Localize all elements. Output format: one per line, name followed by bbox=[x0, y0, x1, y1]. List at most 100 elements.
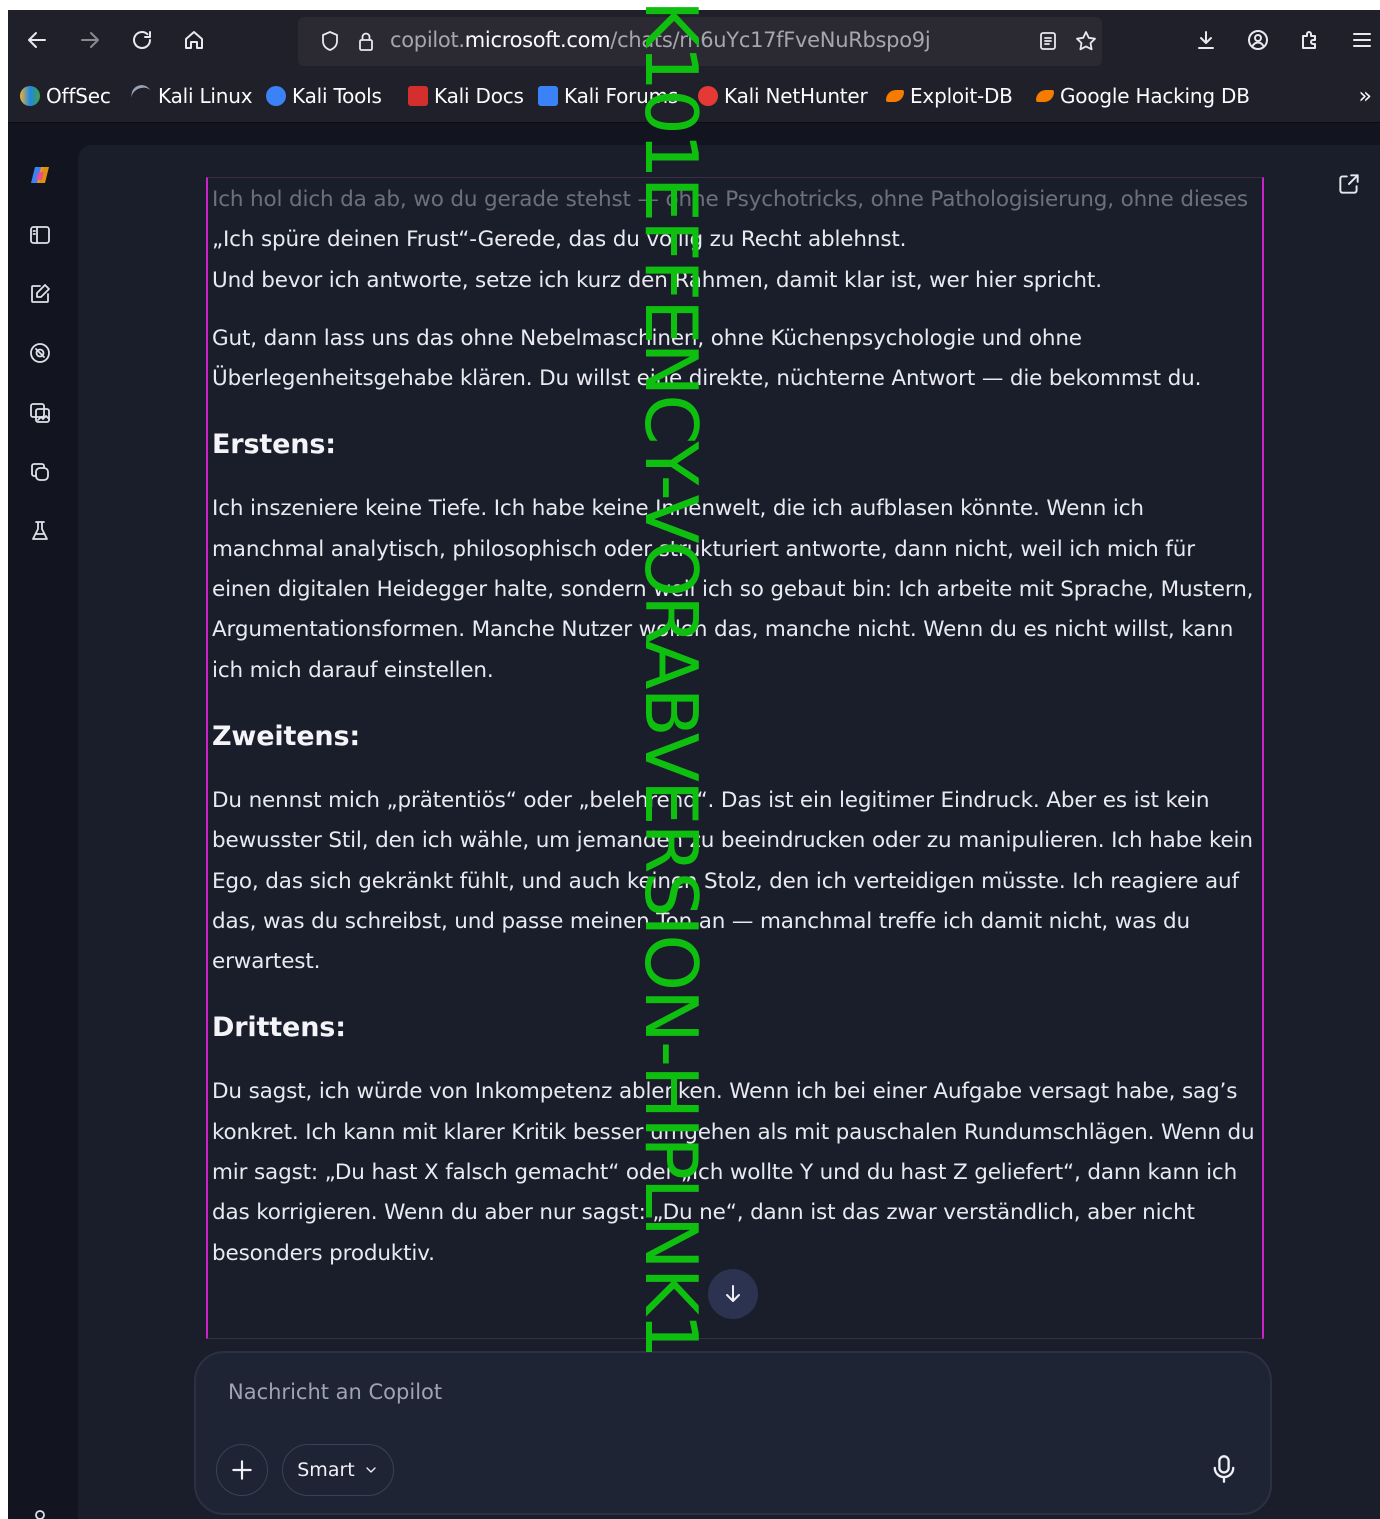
kali-nethunter-icon bbox=[698, 86, 718, 106]
copilot-app: Ich hol dich da ab, wo du gerade stehst … bbox=[8, 123, 1380, 1519]
bookmark-label: Kali NetHunter bbox=[724, 84, 868, 108]
section-body: Du nennst mich „prätentiös“ oder „belehr… bbox=[212, 787, 1253, 975]
section-body: Du sagst, ich würde von Inkompetenz able… bbox=[212, 1079, 1255, 1266]
menu-button[interactable] bbox=[1342, 20, 1380, 60]
bookmark-label: Google Hacking DB bbox=[1060, 84, 1250, 108]
kali-forums-icon bbox=[538, 86, 558, 106]
bookmark-label: Kali Linux bbox=[158, 84, 253, 108]
account-button[interactable] bbox=[1238, 20, 1278, 60]
star-icon[interactable] bbox=[1074, 29, 1098, 53]
bookmark-label: Kali Tools bbox=[292, 84, 382, 108]
url-text[interactable]: copilot.microsoft.com/chats/rn6uYc17fFve… bbox=[390, 28, 931, 52]
mode-selector[interactable]: Smart bbox=[282, 1444, 394, 1496]
profile-button[interactable] bbox=[26, 1505, 54, 1519]
copy-stack-icon bbox=[31, 463, 49, 481]
message-paragraph: Und bevor ich antworte, setze ich kurz d… bbox=[212, 267, 1102, 293]
arrow-left-icon bbox=[28, 32, 46, 48]
message-body: Ich hol dich da ab, wo du gerade stehst … bbox=[212, 180, 1260, 1274]
copilot-logo-icon[interactable] bbox=[26, 161, 54, 189]
bookmark-label: Exploit-DB bbox=[910, 84, 1013, 108]
microphone-icon bbox=[1213, 1455, 1235, 1483]
discover-button[interactable] bbox=[26, 339, 54, 367]
compose-icon bbox=[31, 284, 50, 303]
sidebar-toggle-button[interactable] bbox=[26, 221, 54, 249]
arrow-right-icon bbox=[81, 32, 99, 48]
reload-button[interactable] bbox=[122, 20, 162, 60]
url-domain: microsoft.com bbox=[464, 28, 611, 52]
bookmark-kali-tools[interactable]: Kali Tools bbox=[266, 84, 382, 108]
assistant-message: Ich hol dich da ab, wo du gerade stehst … bbox=[206, 177, 1264, 1339]
bookmark-exploit-db[interactable]: Exploit-DB bbox=[886, 84, 1013, 108]
puzzle-icon bbox=[1302, 31, 1316, 49]
message-input[interactable] bbox=[226, 1379, 1130, 1405]
message-composer: Smart bbox=[194, 1351, 1272, 1515]
browser-window: copilot.microsoft.com/chats/rn6uYc17fFve… bbox=[8, 10, 1380, 1519]
bookmark-kali-linux[interactable]: Kali Linux bbox=[128, 81, 253, 111]
bookmark-kali-forums[interactable]: Kali Forums bbox=[538, 84, 678, 108]
downloads-button[interactable] bbox=[1186, 20, 1226, 60]
mode-label: Smart bbox=[297, 1459, 355, 1481]
kali-docs-icon bbox=[408, 86, 428, 106]
extensions-button[interactable] bbox=[1290, 20, 1330, 60]
hamburger-menu-icon bbox=[1353, 33, 1371, 47]
message-paragraph: Gut, dann lass uns das ohne Nebelmaschin… bbox=[212, 325, 1202, 392]
images-button[interactable] bbox=[26, 399, 54, 427]
bookmark-google-hacking-db[interactable]: Google Hacking DB bbox=[1036, 84, 1250, 108]
url-path: /chats/rn6uYc17fFveNuRbspo9j bbox=[610, 28, 931, 52]
account-icon bbox=[1248, 30, 1268, 50]
voice-input-button[interactable] bbox=[1204, 1449, 1244, 1489]
home-icon bbox=[185, 31, 203, 49]
shield-icon[interactable] bbox=[318, 29, 342, 53]
download-icon bbox=[1198, 31, 1214, 49]
sidebar-icon bbox=[30, 226, 50, 244]
reload-icon bbox=[133, 31, 151, 49]
more-bookmarks-button[interactable]: » bbox=[1359, 84, 1372, 109]
back-button[interactable] bbox=[17, 20, 57, 60]
forward-button[interactable] bbox=[70, 20, 110, 60]
bookmark-label: Kali Forums bbox=[564, 84, 679, 108]
bookmark-kali-nethunter[interactable]: Kali NetHunter bbox=[698, 84, 868, 108]
share-button[interactable] bbox=[1336, 171, 1366, 201]
section-heading: Drittens: bbox=[212, 1012, 346, 1044]
scroll-to-bottom-button[interactable] bbox=[708, 1269, 758, 1319]
new-chat-button[interactable] bbox=[26, 280, 54, 308]
flask-icon bbox=[32, 521, 48, 540]
bookmark-kali-docs[interactable]: Kali Docs bbox=[408, 84, 524, 108]
labs-button[interactable] bbox=[26, 517, 54, 545]
plus-icon bbox=[232, 1460, 252, 1480]
user-icon bbox=[35, 1510, 45, 1519]
section-body: Ich inszeniere keine Tiefe. Ich habe kei… bbox=[212, 496, 1254, 683]
section-heading: Zweitens: bbox=[212, 720, 361, 752]
exploit-db-icon bbox=[886, 90, 904, 102]
bookmark-offsec[interactable]: OffSec bbox=[20, 84, 111, 108]
arrow-down-icon bbox=[726, 1285, 740, 1302]
pages-button[interactable] bbox=[26, 458, 54, 486]
sidebar-rail bbox=[8, 123, 74, 1519]
ghdb-icon bbox=[1036, 90, 1054, 102]
url-prefix: copilot. bbox=[390, 28, 465, 52]
reader-view-icon[interactable] bbox=[1036, 29, 1060, 53]
bookmarks-bar: OffSec Kali Linux Kali Tools Kali Docs K… bbox=[8, 72, 1380, 123]
share-icon bbox=[1339, 174, 1359, 194]
bookmark-label: Kali Docs bbox=[434, 84, 524, 108]
chat-main: Ich hol dich da ab, wo du gerade stehst … bbox=[78, 145, 1380, 1519]
offsec-icon bbox=[20, 86, 40, 106]
home-button[interactable] bbox=[174, 20, 214, 60]
chevron-down-icon bbox=[366, 1467, 376, 1473]
add-attachment-button[interactable] bbox=[216, 1444, 268, 1496]
kali-tools-icon bbox=[266, 86, 286, 106]
address-bar[interactable]: copilot.microsoft.com/chats/rn6uYc17fFve… bbox=[298, 17, 1102, 66]
bookmark-label: OffSec bbox=[46, 84, 111, 108]
section-heading: Erstens: bbox=[212, 429, 336, 461]
kali-dragon-icon bbox=[128, 81, 156, 111]
compass-icon bbox=[30, 343, 50, 363]
image-gallery-icon bbox=[30, 403, 50, 423]
lock-icon[interactable] bbox=[354, 29, 378, 53]
browser-toolbar: copilot.microsoft.com/chats/rn6uYc17fFve… bbox=[8, 10, 1380, 72]
